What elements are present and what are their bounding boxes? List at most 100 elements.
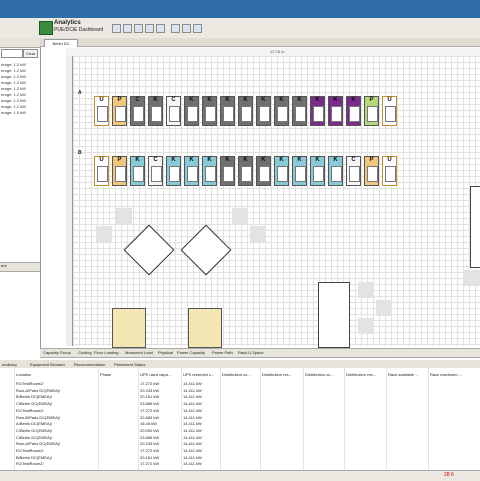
column-divider [220, 368, 221, 470]
left-list-item[interactable]: erage: 1.2 kW [1, 104, 26, 109]
small-rack-group[interactable] [112, 308, 146, 348]
left-bottom-header-label: ent [1, 263, 7, 268]
ruler-measurement: 13.78 m [270, 49, 285, 54]
perforated-tile[interactable] [464, 270, 480, 286]
rack[interactable]: C [346, 156, 361, 186]
rack[interactable]: K [274, 96, 289, 126]
table-cell: 14.411 kW [183, 401, 202, 407]
rack-type-label: P [117, 97, 122, 103]
rack-type-label: K [333, 97, 338, 103]
column-header[interactable]: Distribution cu... [222, 372, 251, 377]
column-header[interactable]: UPS reserved c... [183, 372, 214, 377]
rack[interactable]: K [292, 156, 307, 186]
left-list-item[interactable]: erage: 1.2 kW [1, 68, 26, 73]
left-list-item[interactable]: erage: 1.2 kW [1, 74, 26, 79]
tab-equipment-browser[interactable]: Equipment Browser [30, 362, 65, 367]
column-header[interactable]: Distribution res... [346, 372, 376, 377]
column-header[interactable]: Distribution cu... [305, 372, 334, 377]
rack-detail [151, 106, 162, 122]
rack[interactable]: K [328, 156, 343, 186]
left-list-item[interactable]: erage: 1.2 kW [1, 62, 26, 67]
rack[interactable]: P [364, 156, 379, 186]
perforated-tile[interactable] [358, 282, 374, 298]
perforated-tile[interactable] [358, 318, 374, 334]
tab-dependency[interactable]: endency [2, 362, 17, 367]
dashboard-selector[interactable]: PUE/DCiE Dashboard [54, 27, 103, 33]
table-cell: 20.161 kW [140, 454, 160, 460]
perforated-tile[interactable] [376, 300, 392, 316]
left-list-item[interactable]: erage: 1.2 kW [1, 92, 26, 97]
column-header[interactable]: Location [16, 372, 31, 377]
tab-recommendation[interactable]: Recommendation [74, 362, 105, 367]
rack-detail [349, 106, 360, 122]
left-list-item[interactable]: erage: 1.2 kW [1, 98, 26, 103]
tab-power-capacity[interactable]: Power Capacity [177, 350, 205, 355]
rack[interactable]: K [346, 96, 361, 126]
rack[interactable]: K [184, 96, 199, 126]
left-list-item[interactable]: erage: 1.2 kW [1, 80, 26, 85]
rack[interactable]: K [166, 156, 181, 186]
table-cell: C/Berlin DC(EMEA)/ [16, 427, 53, 433]
perforated-tile[interactable] [250, 226, 266, 242]
redo-icon[interactable] [156, 24, 165, 33]
rack[interactable]: K [256, 96, 271, 126]
tab-floor-loading[interactable]: Floor Loading [94, 350, 118, 355]
rack[interactable]: U [382, 156, 397, 186]
column-header[interactable]: Distribution res... [262, 372, 292, 377]
small-rack-group[interactable] [188, 308, 222, 348]
filter-input[interactable] [1, 49, 23, 58]
undo-icon[interactable] [145, 24, 154, 33]
rack[interactable]: K [238, 156, 253, 186]
print-icon[interactable] [171, 24, 180, 33]
rack[interactable]: K [220, 96, 235, 126]
tab-capacity-group[interactable]: Capacity Group [43, 350, 71, 355]
export-icon[interactable] [182, 24, 191, 33]
rack[interactable]: K [220, 156, 235, 186]
wall-unit[interactable] [470, 186, 480, 268]
perforated-tile[interactable] [232, 208, 248, 224]
column-header[interactable]: UPS used capa... [140, 372, 171, 377]
tab-rack-u-space[interactable]: Rack U Space [238, 350, 264, 355]
rack[interactable]: K [310, 156, 325, 186]
rack[interactable]: C [148, 156, 163, 186]
tab-power-path[interactable]: Power Path [212, 350, 233, 355]
rack[interactable]: P [112, 156, 127, 186]
tab-cooling[interactable]: Cooling [78, 350, 92, 355]
door[interactable] [318, 282, 350, 348]
rack[interactable]: K [256, 156, 271, 186]
tab-measured-load[interactable]: Measured Load [125, 350, 153, 355]
rack[interactable]: K [310, 96, 325, 126]
status-badge[interactable]: 28 6 [444, 472, 454, 478]
perforated-tile[interactable] [116, 208, 132, 224]
rack[interactable]: P [364, 96, 379, 126]
perforated-tile[interactable] [96, 226, 112, 242]
rack[interactable]: C [130, 96, 145, 126]
rack[interactable]: K [328, 96, 343, 126]
rack[interactable]: U [94, 96, 109, 126]
rack[interactable]: K [184, 156, 199, 186]
left-list-item[interactable]: erage: 1.2 kW [1, 86, 26, 91]
rack[interactable]: U [94, 156, 109, 186]
left-list-item[interactable]: erage: 1.5 kW [1, 110, 26, 115]
rack[interactable]: K [202, 156, 217, 186]
rack[interactable]: K [148, 96, 163, 126]
column-header[interactable]: Phase [100, 372, 111, 377]
rack[interactable]: K [202, 96, 217, 126]
folder-icon[interactable] [123, 24, 132, 33]
rack[interactable]: K [238, 96, 253, 126]
rack[interactable]: K [130, 156, 145, 186]
rack[interactable]: K [292, 96, 307, 126]
save-icon[interactable] [112, 24, 121, 33]
tab-physical[interactable]: Physical [158, 350, 173, 355]
rack[interactable]: U [382, 96, 397, 126]
tab-placement-status[interactable]: Placement Status [114, 362, 145, 367]
rack[interactable]: C [166, 96, 181, 126]
copy-icon[interactable] [134, 24, 143, 33]
rack[interactable]: K [274, 156, 289, 186]
column-header[interactable]: Rack maximum ... [430, 372, 462, 377]
rack[interactable]: P [112, 96, 127, 126]
column-header[interactable]: Rack available ... [388, 372, 418, 377]
clear-button[interactable]: Clear [23, 49, 38, 58]
tab-berlin-dc[interactable]: Berlin DC [44, 39, 78, 47]
settings-icon[interactable] [193, 24, 202, 33]
